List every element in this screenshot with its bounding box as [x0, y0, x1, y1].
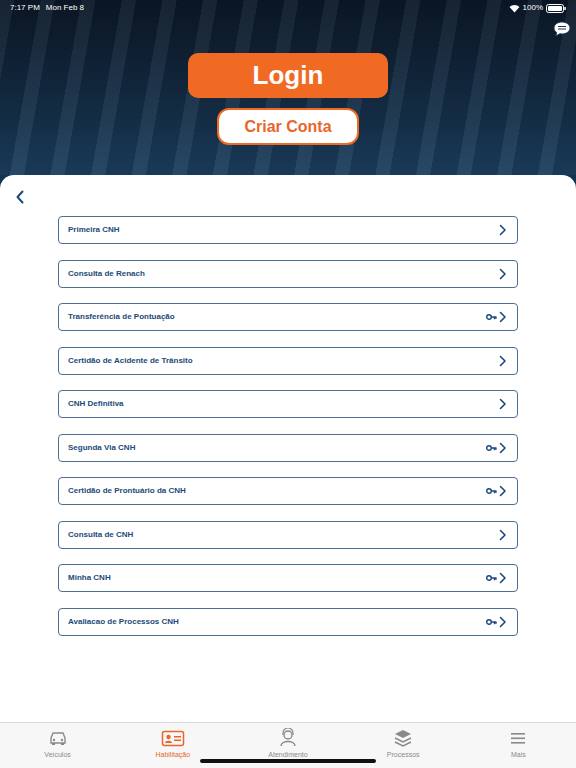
- create-account-button[interactable]: Criar Conta: [217, 108, 359, 145]
- login-required-marker: [486, 313, 497, 321]
- chevron-right-icon: [498, 355, 507, 367]
- home-indicator: [200, 759, 376, 763]
- service-label: Consulta de CNH: [68, 529, 486, 541]
- service-item[interactable]: CNH Definitiva: [58, 390, 518, 418]
- service-item[interactable]: Minha CNH: [58, 564, 518, 592]
- battery-icon: [546, 4, 566, 13]
- service-item[interactable]: Consulta de Renach: [58, 260, 518, 288]
- wifi-icon: [509, 4, 520, 13]
- key-icon: [486, 618, 497, 626]
- back-arrow-icon[interactable]: [15, 190, 25, 204]
- key-icon: [486, 487, 497, 495]
- tab-label: Mais: [511, 750, 526, 759]
- service-label: Minha CNH: [68, 572, 486, 584]
- status-time: 7:17 PM: [10, 3, 40, 13]
- service-label: CNH Definitiva: [68, 398, 486, 410]
- layers-icon: [393, 728, 413, 748]
- service-label: Transferência de Pontuação: [68, 311, 486, 323]
- chevron-right-icon: [498, 442, 507, 454]
- chevron-right-icon: [498, 529, 507, 541]
- chat-icon[interactable]: [553, 21, 571, 37]
- car-icon: [48, 728, 68, 748]
- key-icon: [486, 444, 497, 452]
- login-required-marker: [486, 618, 497, 626]
- service-panel: Primeira CNH Consulta de Renach Transferên…: [0, 175, 576, 722]
- service-list: Primeira CNH Consulta de Renach Transferên…: [58, 216, 518, 636]
- key-icon: [486, 574, 497, 582]
- service-label: Certidão de Prontuário da CNH: [68, 485, 486, 497]
- tab-item[interactable]: Mais: [461, 723, 576, 768]
- service-item[interactable]: Primeira CNH: [58, 216, 518, 244]
- service-label: Consulta de Renach: [68, 268, 486, 280]
- service-item[interactable]: Consulta de CNH: [58, 521, 518, 549]
- login-required-marker: [486, 226, 497, 234]
- chevron-right-icon: [498, 572, 507, 584]
- tab-label: Processos: [387, 750, 420, 759]
- tab-label: Habilitação: [155, 750, 190, 759]
- id-card-icon: [161, 728, 185, 748]
- service-item[interactable]: Segunda Via CNH: [58, 434, 518, 462]
- tab-label: Veículos: [44, 750, 70, 759]
- login-button[interactable]: Login: [188, 53, 388, 98]
- chevron-right-icon: [498, 616, 507, 628]
- status-bar: 7:17 PM Mon Feb 8 100%: [0, 0, 576, 13]
- service-label: Segunda Via CNH: [68, 442, 486, 454]
- login-required-marker: [486, 487, 497, 495]
- service-label: Certidão de Acidente de Trânsito: [68, 355, 486, 367]
- header-photo: 7:17 PM Mon Feb 8 100% Login Criar Conta: [0, 0, 576, 175]
- chevron-right-icon: [498, 398, 507, 410]
- service-label: Primeira CNH: [68, 224, 486, 236]
- login-required-marker: [486, 531, 497, 539]
- login-required-marker: [486, 574, 497, 582]
- battery-level: 100%: [523, 3, 543, 13]
- service-item[interactable]: Transferência de Pontuação: [58, 303, 518, 331]
- login-required-marker: [486, 400, 497, 408]
- tab-item[interactable]: Veículos: [0, 723, 115, 768]
- chevron-right-icon: [498, 485, 507, 497]
- service-label: Avaliacao de Processos CNH: [68, 616, 486, 628]
- menu-icon: [508, 728, 528, 748]
- chevron-right-icon: [498, 268, 507, 280]
- service-item[interactable]: Avaliacao de Processos CNH: [58, 608, 518, 636]
- chevron-right-icon: [498, 311, 507, 323]
- app-screen: 7:17 PM Mon Feb 8 100% Login Criar Conta Prim…: [0, 0, 576, 768]
- service-item[interactable]: Certidão de Acidente de Trânsito: [58, 347, 518, 375]
- login-required-marker: [486, 357, 497, 365]
- login-required-marker: [486, 270, 497, 278]
- attendant-icon: [278, 728, 298, 748]
- service-item[interactable]: Certidão de Prontuário da CNH: [58, 477, 518, 505]
- key-icon: [486, 313, 497, 321]
- login-required-marker: [486, 444, 497, 452]
- tab-label: Atendimento: [268, 750, 307, 759]
- status-date: Mon Feb 8: [46, 3, 84, 13]
- chevron-right-icon: [498, 224, 507, 236]
